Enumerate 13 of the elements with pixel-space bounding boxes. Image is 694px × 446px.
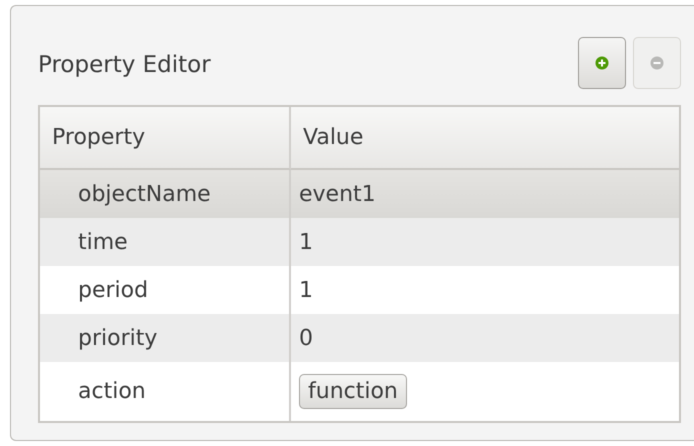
add-icon xyxy=(595,56,609,70)
property-value-cell[interactable]: 1 xyxy=(291,218,679,266)
column-header[interactable]: Property xyxy=(40,107,291,170)
panel-title: Property Editor xyxy=(38,51,212,78)
function-button[interactable]: function xyxy=(299,374,407,409)
property-name-cell[interactable]: priority xyxy=(40,314,291,362)
remove-icon xyxy=(650,56,664,70)
property-name-cell[interactable]: objectName xyxy=(40,170,291,218)
property-value-cell[interactable]: 0 xyxy=(291,314,679,362)
property-value-cell[interactable]: event1 xyxy=(291,170,679,218)
add-button[interactable] xyxy=(578,37,626,89)
column-header[interactable]: Value xyxy=(291,107,679,170)
property-name-cell[interactable]: time xyxy=(40,218,291,266)
